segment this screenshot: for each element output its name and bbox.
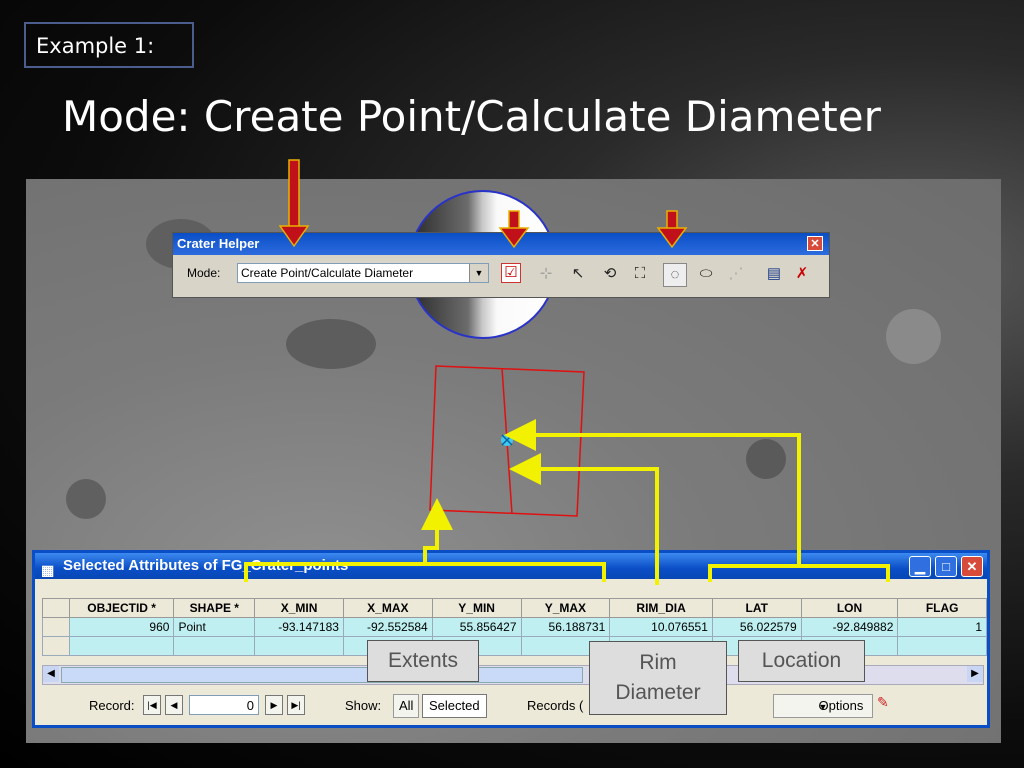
table-icon: ▦	[41, 562, 55, 578]
mode-dropdown[interactable]: Create Point/Calculate Diameter ▼	[237, 263, 489, 283]
chevron-right-icon[interactable]: ▶	[967, 666, 983, 682]
crater-circle-icon[interactable]: ◌	[663, 263, 687, 287]
polygon-icon[interactable]: ⛶	[629, 263, 651, 285]
table-cell[interactable]: -92.552584	[342, 617, 433, 637]
column-header[interactable]: Y_MAX	[520, 598, 611, 618]
table-cell[interactable]: 960	[68, 617, 175, 637]
table-cell[interactable]: 10.076551	[609, 617, 713, 637]
mode-label: Mode:	[187, 266, 221, 280]
next-record-button[interactable]: ▶	[265, 695, 283, 715]
minimize-button[interactable]: ▁	[909, 556, 931, 577]
records-label: Records (	[527, 698, 584, 713]
table-cell[interactable]	[68, 636, 175, 656]
column-header[interactable]: Y_MIN	[431, 598, 522, 618]
table-cell[interactable]	[254, 636, 344, 656]
rotate-icon[interactable]: ⟲	[599, 263, 621, 285]
row-selector[interactable]	[42, 617, 70, 637]
table-cell[interactable]: 56.188731	[520, 617, 611, 637]
close-button[interactable]: ✕	[961, 556, 983, 577]
select-point-icon[interactable]: ↖	[567, 263, 589, 285]
rim-diameter-callout: Rim Diameter	[589, 641, 727, 715]
column-header[interactable]: LON	[800, 598, 899, 618]
chevron-down-icon[interactable]: ▼	[469, 264, 488, 282]
table-row[interactable]: 960 Point -93.147183 -92.552584 55.85642…	[42, 617, 987, 637]
mode-value: Create Point/Calculate Diameter	[241, 266, 414, 280]
extents-callout: Extents	[367, 640, 479, 682]
record-label: Record:	[89, 698, 135, 713]
show-selected-button[interactable]: Selected	[422, 694, 487, 718]
attributes-title-bar: ▦ Selected Attributes of FG_Crater_point…	[35, 553, 987, 579]
record-number-input[interactable]: 0	[189, 695, 259, 715]
column-header[interactable]: X_MAX	[342, 598, 433, 618]
delete-icon[interactable]: ✗	[791, 263, 813, 285]
slide-title: Mode: Create Point/Calculate Diameter	[62, 92, 881, 141]
toolbar-title-bar: Crater Helper ✕	[173, 233, 829, 255]
attributes-title: Selected Attributes of FG_Crater_points	[63, 557, 349, 574]
options-label: Options	[818, 698, 864, 713]
location-callout: Location	[738, 640, 865, 682]
table-cell[interactable]: -92.849882	[800, 617, 899, 637]
row-selector-header	[42, 598, 70, 618]
create-point-icon[interactable]: ⊹	[535, 263, 557, 285]
column-header[interactable]: RIM_DIA	[609, 598, 713, 618]
column-header[interactable]: X_MIN	[254, 598, 344, 618]
close-icon[interactable]: ✕	[807, 236, 823, 251]
table-cell[interactable]	[897, 636, 987, 656]
previous-record-button[interactable]: ◀	[165, 695, 183, 715]
crater-blob	[66, 479, 106, 519]
example-label: Example 1:	[24, 22, 194, 68]
chevron-left-icon[interactable]: ◀	[43, 666, 59, 682]
column-header[interactable]: FLAG	[897, 598, 987, 618]
first-record-button[interactable]: |◀	[143, 695, 161, 715]
table-cell[interactable]	[173, 636, 256, 656]
rim-diameter-line2: Diameter	[615, 681, 701, 704]
rim-diameter-line1: Rim	[639, 651, 677, 674]
record-navigation-bar: Record: |◀ ◀ 0 ▶ ▶| Show: All Selected R…	[35, 691, 987, 719]
column-header[interactable]: SHAPE *	[173, 598, 256, 618]
show-all-button[interactable]: All	[393, 694, 420, 718]
last-record-button[interactable]: ▶|	[287, 695, 305, 715]
table-cell[interactable]: Point	[173, 617, 256, 637]
maximize-button[interactable]: □	[935, 556, 957, 577]
multi-point-icon[interactable]: ⋰	[725, 263, 747, 285]
ellipse-icon[interactable]: ⬭	[695, 263, 717, 285]
show-label: Show:	[345, 698, 382, 713]
table-header-row: OBJECTID * SHAPE * X_MIN X_MAX Y_MIN Y_M…	[42, 598, 987, 618]
crater-blob	[746, 439, 786, 479]
scrollbar-thumb[interactable]	[61, 667, 583, 683]
crater-blob	[286, 319, 376, 369]
crater-helper-toolbar: Crater Helper ✕ Mode: Create Point/Calcu…	[172, 232, 830, 298]
column-header[interactable]: OBJECTID *	[68, 598, 175, 618]
table-cell[interactable]: 55.856427	[431, 617, 522, 637]
toolbar-title: Crater Helper	[177, 236, 260, 251]
column-header[interactable]: LAT	[711, 598, 802, 618]
options-button[interactable]: Options ▼	[773, 694, 873, 718]
check-select-icon[interactable]: ☑	[501, 263, 521, 283]
table-cell[interactable]: 56.022579	[711, 617, 802, 637]
pencil-icon[interactable]: ✎	[877, 694, 889, 711]
row-selector[interactable]	[42, 636, 70, 656]
crater-blob	[886, 309, 941, 364]
edit-table-icon[interactable]: ▤	[763, 263, 785, 285]
table-cell[interactable]: -93.147183	[254, 617, 344, 637]
selected-attributes-window: ▦ Selected Attributes of FG_Crater_point…	[32, 550, 990, 728]
table-cell[interactable]: 1	[897, 617, 987, 637]
toolbar-row: Mode: Create Point/Calculate Diameter ▼ …	[173, 255, 829, 295]
